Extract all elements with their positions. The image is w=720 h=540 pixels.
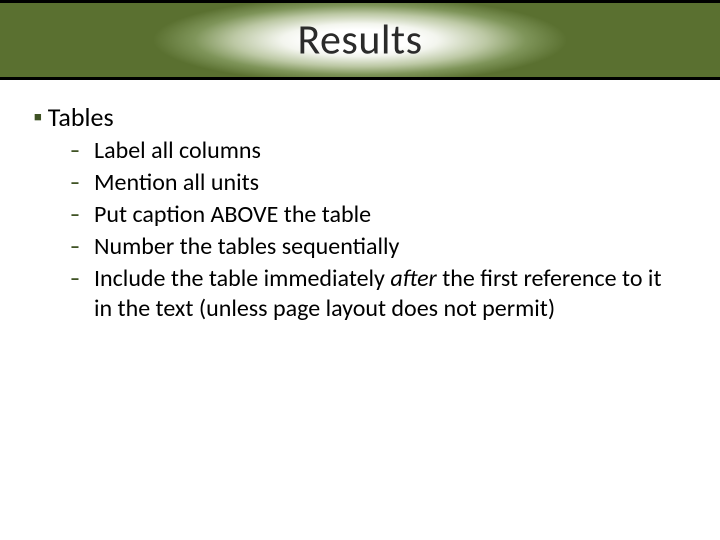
level2-text-composite: Include the table immediately after the …	[94, 264, 674, 324]
dash-bullet-icon: –	[70, 136, 82, 166]
level2-text: Mention all units	[94, 168, 259, 198]
dash-bullet-icon: –	[70, 200, 82, 230]
level2-list: – Label all columns – Mention all units …	[34, 134, 686, 324]
level2-item: – Label all columns	[70, 136, 686, 166]
dash-bullet-icon: –	[70, 232, 82, 262]
dash-bullet-icon: –	[70, 168, 82, 198]
level2-item: – Mention all units	[70, 168, 686, 198]
slide-title: Results	[297, 15, 422, 66]
square-bullet-icon: ▪	[34, 102, 42, 132]
level1-item: ▪ Tables	[34, 102, 686, 132]
level2-text: Label all columns	[94, 136, 261, 166]
level1-text: Tables	[48, 102, 114, 132]
level2-item: – Number the tables sequentially	[70, 232, 686, 262]
text-prefix: Include the table immediately	[94, 264, 390, 293]
dash-bullet-icon: –	[70, 264, 82, 294]
text-emph: after	[390, 264, 436, 293]
level2-item: – Include the table immediately after th…	[70, 264, 686, 324]
level2-text: Put caption ABOVE the table	[94, 200, 371, 230]
content-area: ▪ Tables – Label all columns – Mention a…	[0, 80, 720, 324]
level2-text: Number the tables sequentially	[94, 232, 399, 262]
level2-item: – Put caption ABOVE the table	[70, 200, 686, 230]
title-bar: Results	[0, 0, 720, 80]
